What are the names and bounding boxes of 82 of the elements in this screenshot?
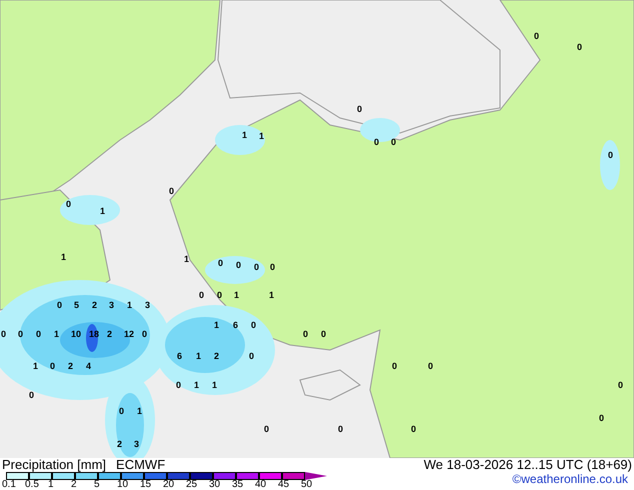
map-value-label: 1 — [137, 407, 142, 416]
legend-tick-label: 30 — [209, 480, 222, 490]
map-value-label: 1 — [194, 381, 200, 390]
legend-tick-label: 15 — [140, 480, 152, 490]
forecast-datetime: We 18-03-2026 12..15 UTC (18+69) — [424, 458, 632, 472]
map-value-label: 1 — [184, 255, 190, 264]
map-value-label: 0 — [66, 200, 72, 209]
map-value-label: 1 — [214, 321, 220, 330]
map-value-label: 6 — [177, 352, 182, 361]
map-value-label: 0 — [169, 187, 174, 196]
map-value-label: 2 — [107, 330, 112, 339]
legend-tick-label: 20 — [163, 480, 176, 490]
map-value-label: 1 — [242, 131, 248, 140]
legend-tick-label: 45 — [278, 480, 290, 490]
map-value-label: 1 — [54, 330, 60, 339]
map-value-label: 0 — [50, 362, 56, 371]
map-value-label: 0 — [236, 261, 242, 270]
map-value-label: 1 — [259, 132, 264, 141]
map-value-label: 1 — [33, 362, 38, 371]
map-value-label: 0 — [142, 330, 148, 339]
map-value-label: 0 — [1, 330, 6, 339]
model-name: ECMWF — [116, 458, 166, 472]
map-value-label: 1 — [269, 291, 274, 300]
map-value-label: 0 — [374, 138, 380, 147]
map-value-label: 5 — [74, 301, 80, 310]
map-value-label: 0 — [321, 330, 326, 339]
legend-tick-label: 0.5 — [25, 480, 40, 490]
map-value-label: 0 — [391, 138, 396, 147]
map-value-label: 0 — [338, 425, 344, 434]
map-value-label: 0 — [599, 414, 604, 423]
legend-tick-label: 50 — [301, 480, 312, 490]
legend-tick-label: 40 — [255, 480, 268, 490]
map-value-label: 0 — [254, 263, 260, 272]
map-value-label: 0 — [534, 32, 540, 41]
legend-tick-label: 25 — [186, 480, 198, 490]
legend-tick-label: 0.1 — [2, 480, 17, 490]
map-value-label: 1 — [127, 301, 132, 310]
map-value-label: 2 — [92, 301, 98, 310]
legend-tick-label: 2 — [71, 480, 78, 490]
legend-tick-label: 1 — [48, 480, 55, 490]
map-value-label: 0 — [608, 151, 614, 160]
map-value-label: 0 — [36, 330, 42, 339]
map-value-label: 0 — [29, 391, 34, 400]
map-value-label: 2 — [117, 440, 122, 449]
legend-tick-label: 5 — [94, 480, 101, 490]
map-value-label: 6 — [233, 321, 238, 330]
legend-tick-label: 35 — [232, 480, 244, 490]
map-value-label: 1 — [234, 291, 240, 300]
map-value-label: 2 — [68, 362, 74, 371]
legend-title: Precipitation [mm] — [2, 458, 106, 472]
map-value-label: 0 — [249, 352, 254, 361]
map-value-label: 0 — [270, 263, 276, 272]
map-value-label: 0 — [176, 381, 182, 390]
map-value-label: 0 — [264, 425, 270, 434]
map-value-label: 1 — [196, 352, 202, 361]
map-value-label: 0 — [57, 301, 62, 310]
map-value-label: 0 — [577, 43, 582, 52]
map-value-label: 0 — [218, 259, 224, 268]
map-value-label: 2 — [214, 352, 220, 361]
map-value-label: 0 — [217, 291, 222, 300]
map-value-label: 0 — [411, 425, 416, 434]
map-value-label: 3 — [109, 301, 114, 310]
map-value-label: 3 — [134, 440, 140, 449]
map-value-label: 4 — [86, 362, 92, 371]
map-value-label: 1 — [61, 253, 66, 262]
map-value-label: 3 — [145, 301, 150, 310]
map-value-label: 0 — [357, 105, 362, 114]
map-value-label: 12 — [124, 330, 134, 339]
map-value-label: 0 — [392, 362, 398, 371]
map-value-label: 1 — [100, 207, 106, 216]
map-value-label: 18 — [89, 330, 100, 339]
map-value-label: 0 — [18, 330, 24, 339]
map-value-label: 0 — [303, 330, 308, 339]
legend-tick-label: 10 — [117, 480, 130, 490]
map-value-label: 0 — [119, 407, 124, 416]
credit-text: ©weatheronline.co.uk — [512, 472, 629, 488]
map-value-label: 0 — [428, 362, 434, 371]
map-value-label: 0 — [199, 291, 204, 300]
map-value-label: 1 — [212, 381, 218, 390]
map-value-label: 0 — [618, 381, 624, 390]
map-value-label: 10 — [71, 330, 82, 339]
map-value-label: 0 — [251, 321, 256, 330]
